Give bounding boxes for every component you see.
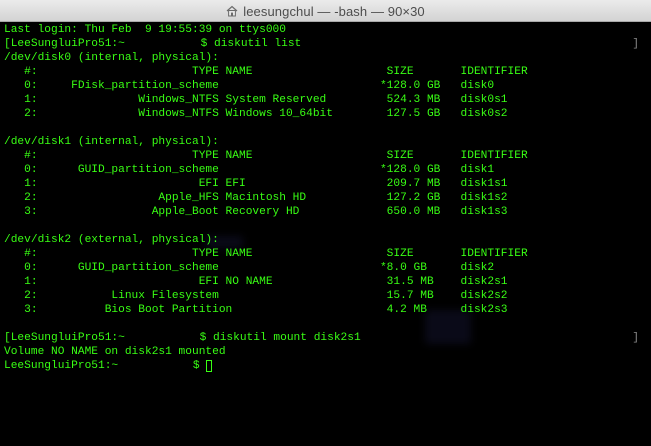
table-row: 2: Windows_NTFS Windows 10_64bit 127.5 G… (4, 108, 508, 120)
table-header: #: TYPE NAME SIZE IDENTIFIER (4, 66, 528, 78)
table-row: 3: Bios Boot Partition 4.2 MB disk2s3 (4, 304, 508, 316)
terminal-window: leesungchul — -bash — 90×30 Last login: … (0, 0, 651, 446)
redacted-username (131, 37, 201, 51)
table-row: 0: FDisk_partition_scheme *128.0 GB disk… (4, 80, 495, 92)
line-bracket: ] (632, 38, 639, 50)
text-cursor[interactable] (206, 360, 213, 372)
window-title: leesungchul — -bash — 90×30 (243, 3, 425, 19)
terminal-content[interactable]: Last login: Thu Feb 9 19:55:39 on ttys00… (0, 22, 651, 446)
prompt: [LeeSungluiPro51:~ (4, 332, 132, 344)
prompt-symbol: $ (192, 360, 207, 372)
redacted-username (124, 359, 193, 377)
table-row: 1: Windows_NTFS System Reserved 524.3 MB… (4, 94, 508, 106)
table-row: 1: EFI NO NAME 31.5 MB disk2s1 (4, 276, 508, 288)
terminal-line: Last login: Thu Feb 9 19:55:39 on ttys00… (4, 24, 286, 36)
line-bracket: ] (632, 332, 639, 344)
title-wrap: leesungchul — -bash — 90×30 (0, 0, 651, 22)
house-icon (226, 5, 238, 17)
terminal-line: /dev/disk1 (internal, physical): (4, 136, 219, 148)
table-row: 2: Linux Filesystem 15.7 MB disk2s2 (4, 290, 508, 302)
command: $ diskutil mount disk2s1 (199, 332, 361, 344)
redacted-username (131, 331, 200, 345)
prompt: [LeeSungluiPro51:~ (4, 38, 132, 50)
prompt: LeeSungluiPro51:~ (4, 360, 125, 372)
table-row: 2: Apple_HFS Macintosh HD 127.2 GB disk1… (4, 192, 508, 204)
command: $ diskutil list (200, 38, 302, 50)
terminal-line: [LeeSungluiPro51:~ $ diskutil mount disk… (4, 331, 361, 345)
table-row: 3: Apple_Boot Recovery HD 650.0 MB disk1… (4, 206, 508, 218)
terminal-line: /dev/disk0 (internal, physical): (4, 52, 219, 64)
table-header: #: TYPE NAME SIZE IDENTIFIER (4, 150, 528, 162)
table-header: #: TYPE NAME SIZE IDENTIFIER (4, 248, 528, 260)
table-row: 0: GUID_partition_scheme *128.0 GB disk1 (4, 164, 495, 176)
table-row: 0: GUID_partition_scheme *8.0 GB disk2 (4, 262, 495, 274)
terminal-line: Volume NO NAME on disk2s1 mounted (4, 346, 226, 358)
terminal-line: LeeSungluiPro51:~ $ (4, 359, 213, 377)
title-bar[interactable]: leesungchul — -bash — 90×30 (0, 0, 651, 22)
table-row: 1: EFI EFI 209.7 MB disk1s1 (4, 178, 508, 190)
terminal-line: /dev/disk2 (external, physical): (4, 234, 219, 246)
terminal-line: [LeeSungluiPro51:~ $ diskutil list (4, 37, 301, 51)
